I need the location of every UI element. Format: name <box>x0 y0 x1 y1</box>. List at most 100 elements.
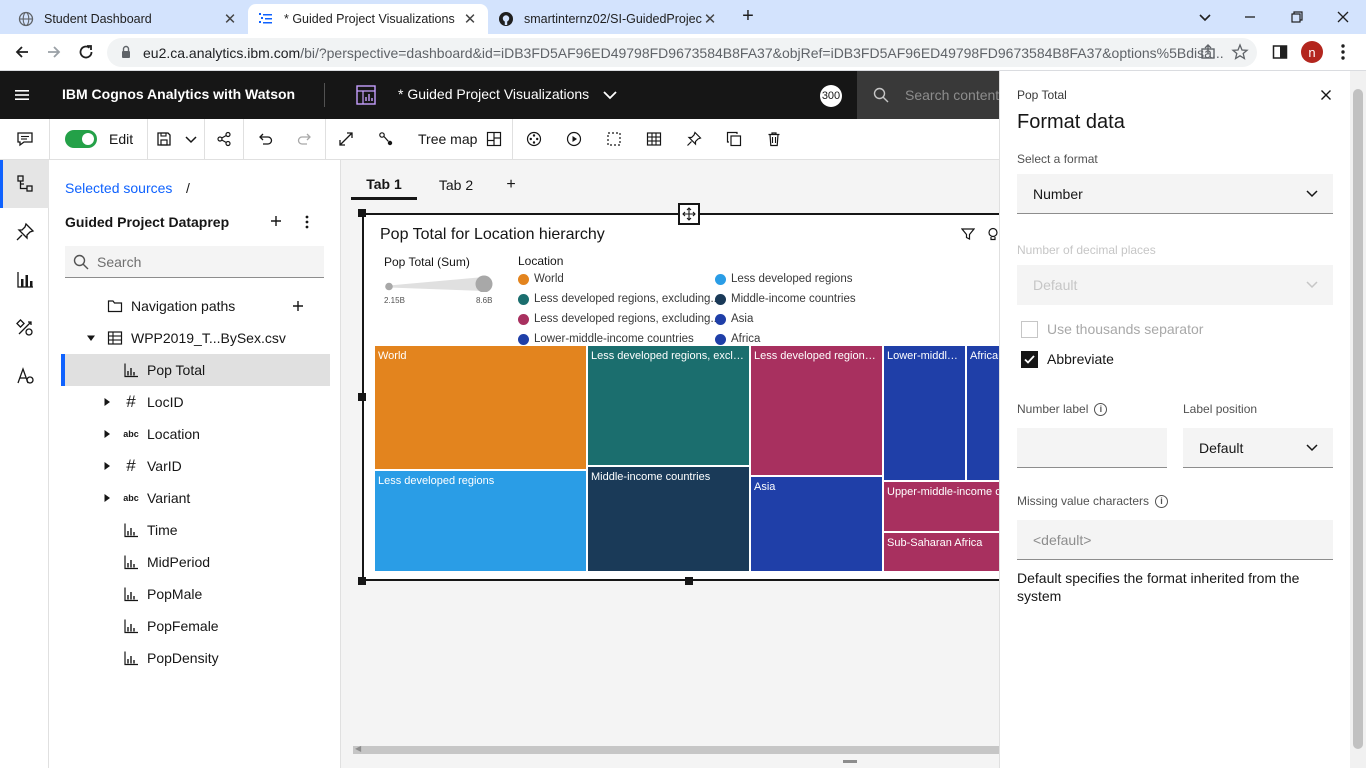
column-location[interactable]: abc Location <box>61 418 330 450</box>
caret-right-icon[interactable] <box>102 397 112 407</box>
close-tab-icon[interactable]: ✕ <box>222 10 238 28</box>
select-region-icon[interactable] <box>604 129 624 149</box>
side-panel-icon[interactable] <box>1271 43 1289 61</box>
column-pop-total[interactable]: Pop Total <box>61 354 330 386</box>
profile-avatar[interactable]: n <box>1301 41 1323 63</box>
browser-tab-guided-project[interactable]: * Guided Project Visualizations ✕ <box>248 4 488 34</box>
widgets-icon[interactable] <box>0 304 49 352</box>
column-popmale[interactable]: PopMale <box>61 578 330 610</box>
treemap-widget[interactable]: Pop Total for Location hierarchy Pop Tot… <box>362 213 1022 581</box>
content-search[interactable]: Search content <box>857 71 999 119</box>
close-tab-icon[interactable]: ✕ <box>462 10 478 28</box>
legend-item[interactable]: Asia <box>715 313 753 325</box>
caret-right-icon[interactable] <box>102 429 112 439</box>
notification-count-badge[interactable]: 300 <box>820 85 842 107</box>
delete-icon[interactable] <box>764 129 784 149</box>
share-icon[interactable] <box>1199 43 1217 61</box>
chevron-down-icon[interactable] <box>602 88 618 102</box>
legend-item[interactable]: Lower-middle-income countries <box>518 333 694 345</box>
legend-item[interactable]: Middle-income countries <box>715 293 856 305</box>
missing-value-input[interactable]: <default> <box>1017 520 1333 560</box>
scroll-thumb[interactable] <box>1353 89 1363 749</box>
url-field[interactable]: eu2.ca.analytics.ibm.com/bi/?perspective… <box>107 38 1257 67</box>
data-table-icon[interactable] <box>644 129 664 149</box>
add-tab-button[interactable]: + <box>501 170 521 200</box>
animation-icon[interactable] <box>564 129 584 149</box>
move-icon[interactable] <box>678 203 700 225</box>
edit-toggle[interactable] <box>65 130 97 148</box>
tab-1[interactable]: Tab 1 <box>351 170 417 200</box>
visualization-type-label[interactable]: Tree map <box>418 131 477 147</box>
caret-right-icon[interactable] <box>102 493 112 503</box>
add-navigation-path-icon[interactable] <box>289 297 307 315</box>
abbreviate-checkbox[interactable] <box>1021 351 1038 368</box>
palette-icon[interactable] <box>524 129 544 149</box>
filter-icon[interactable] <box>961 227 975 241</box>
breadcrumb-selected-sources[interactable]: Selected sources <box>65 180 172 196</box>
minimize-icon[interactable] <box>1241 8 1259 26</box>
legend-item[interactable]: Less developed regions <box>715 273 852 285</box>
hamburger-menu-icon[interactable] <box>14 87 30 103</box>
forward-icon[interactable] <box>42 40 66 64</box>
format-select[interactable]: Number <box>1017 174 1333 214</box>
reload-icon[interactable] <box>74 40 98 64</box>
visualizations-icon[interactable] <box>0 256 49 304</box>
tab-2[interactable]: Tab 2 <box>429 170 483 200</box>
dashboard-title[interactable]: * Guided Project Visualizations <box>398 86 589 102</box>
close-icon[interactable] <box>1319 88 1333 102</box>
legend-item[interactable]: Less developed regions, excluding... <box>518 313 720 325</box>
treemap-tile[interactable]: Asia <box>750 476 883 572</box>
resize-handle[interactable] <box>358 393 366 401</box>
share-link-icon[interactable] <box>214 129 234 149</box>
column-varid[interactable]: # VarID <box>61 450 330 482</box>
info-icon[interactable]: i <box>1155 495 1169 509</box>
comment-icon[interactable] <box>15 129 35 149</box>
save-menu-chevron-icon[interactable] <box>181 129 201 149</box>
treemap-tile[interactable]: Lower-middle... <box>883 345 966 481</box>
column-popdensity[interactable]: PopDensity <box>61 642 330 674</box>
treemap-tile[interactable]: Sub-Saharan Africa <box>883 532 1000 572</box>
close-window-icon[interactable] <box>1334 8 1352 26</box>
canvas-resize-grip[interactable] <box>843 760 857 763</box>
overflow-menu-icon[interactable] <box>305 215 309 229</box>
bookmark-star-icon[interactable] <box>1231 43 1249 61</box>
data-sources-icon[interactable] <box>0 160 49 208</box>
navigation-paths-item[interactable]: Navigation paths <box>61 290 330 322</box>
scroll-left-arrow-icon[interactable]: ◀ <box>355 744 361 753</box>
assistant-icon[interactable] <box>0 352 49 400</box>
source-search-input[interactable]: Search <box>65 246 324 278</box>
caret-right-icon[interactable] <box>102 461 112 471</box>
back-icon[interactable] <box>10 40 34 64</box>
undo-icon[interactable] <box>255 129 275 149</box>
info-icon[interactable]: i <box>1094 403 1108 417</box>
treemap-tile[interactable]: Less developed regions, exclu... <box>587 345 750 466</box>
label-position-select[interactable]: Default <box>1183 428 1333 468</box>
legend-item[interactable]: Less developed regions, excluding... <box>518 293 720 305</box>
treemap-tile[interactable]: Middle-income countries <box>587 466 750 572</box>
duplicate-icon[interactable] <box>724 129 744 149</box>
browser-tab-github[interactable]: smartinternz02/SI-GuidedProject ✕ <box>488 4 728 34</box>
browser-tab-student-dashboard[interactable]: Student Dashboard ✕ <box>8 4 248 34</box>
resize-handle[interactable] <box>358 209 366 217</box>
number-label-input[interactable] <box>1017 428 1167 468</box>
insights-bulb-icon[interactable] <box>986 227 1000 241</box>
source-file-item[interactable]: WPP2019_T...BySex.csv <box>61 322 330 354</box>
pin-icon[interactable] <box>0 208 49 256</box>
resize-handle[interactable] <box>358 577 366 585</box>
treemap-tile[interactable]: Africa <box>966 345 1000 481</box>
pin-icon[interactable] <box>684 129 704 149</box>
column-midperiod[interactable]: MidPeriod <box>61 546 330 578</box>
treemap-tile[interactable]: Upper-middle-income c <box>883 481 1000 532</box>
column-time[interactable]: Time <box>61 514 330 546</box>
column-variant[interactable]: abc Variant <box>61 482 330 514</box>
new-tab-icon[interactable]: + <box>738 6 758 27</box>
tab-search-icon[interactable] <box>1196 8 1214 26</box>
add-source-icon[interactable] <box>270 215 282 227</box>
browser-menu-icon[interactable] <box>1340 42 1346 62</box>
legend-item[interactable]: Africa <box>715 333 760 345</box>
vertical-scrollbar[interactable] <box>1350 71 1366 768</box>
redo-icon[interactable] <box>295 129 315 149</box>
treemap-icon[interactable] <box>484 129 504 149</box>
save-icon[interactable] <box>154 129 174 149</box>
legend-item[interactable]: World <box>518 273 564 285</box>
